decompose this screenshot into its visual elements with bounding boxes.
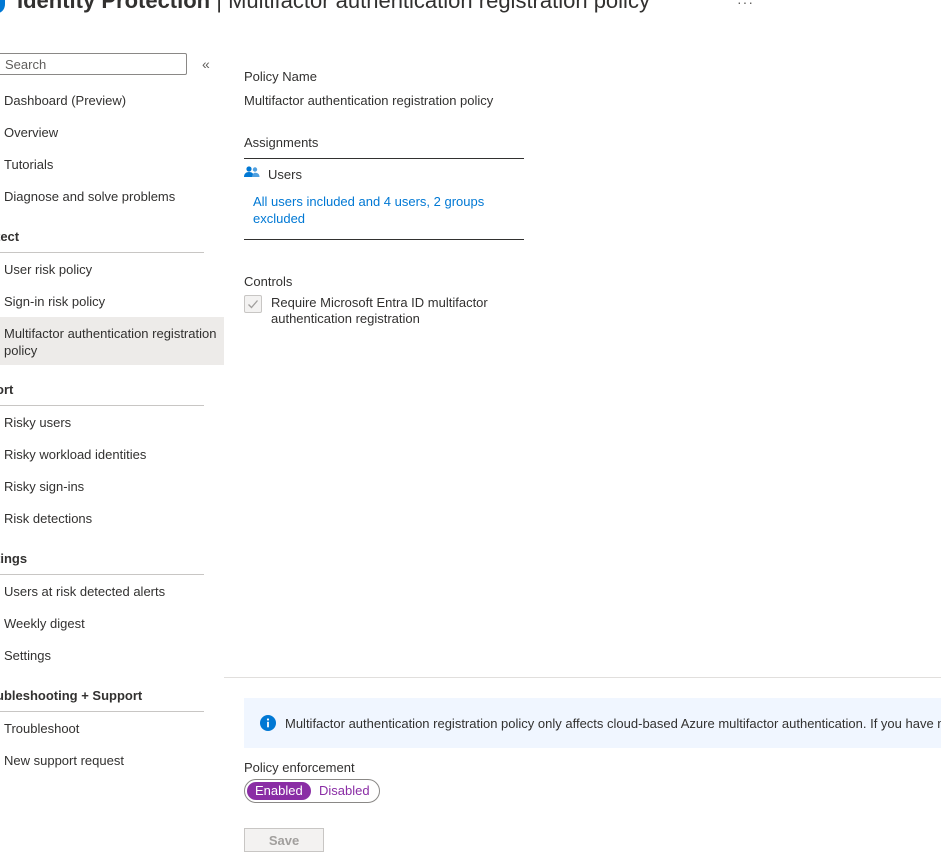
info-icon bbox=[260, 715, 276, 731]
section-divider bbox=[0, 405, 204, 406]
section-divider bbox=[0, 252, 204, 253]
policy-name-label: Policy Name bbox=[244, 69, 317, 84]
assignments-bottom-divider bbox=[244, 239, 524, 240]
page-header: Identity Protection | Multifactor authen… bbox=[0, 0, 941, 30]
sidebar-item-risky-users[interactable]: Risky users bbox=[0, 407, 224, 439]
sidebar-item-risky-workload-identities[interactable]: Risky workload identities bbox=[0, 439, 224, 471]
sidebar-item-risky-sign-ins[interactable]: Risky sign-ins bbox=[0, 471, 224, 503]
control-label: Require Microsoft Entra ID multifactor a… bbox=[271, 295, 488, 326]
page-title: Identity Protection | Multifactor authen… bbox=[17, 0, 650, 14]
sidebar-item-weekly-digest[interactable]: Weekly digest bbox=[0, 608, 224, 640]
collapse-sidebar-icon[interactable]: « bbox=[202, 56, 210, 72]
sidebar-item-risk-detections[interactable]: Risk detections bbox=[0, 503, 224, 535]
users-label: Users bbox=[268, 167, 302, 182]
page-title-rest: | Multifactor authentication registratio… bbox=[210, 0, 650, 13]
section-report: ort bbox=[0, 382, 14, 397]
shield-icon bbox=[0, 0, 5, 13]
sidebar-item-tutorials[interactable]: Tutorials bbox=[0, 149, 224, 181]
assignments-divider bbox=[244, 158, 524, 159]
enabled-option[interactable]: Enabled bbox=[247, 782, 311, 800]
control-checkbox bbox=[244, 295, 262, 313]
sidebar-item-sign-in-risk-policy[interactable]: Sign-in risk policy bbox=[0, 286, 224, 318]
policy-enforcement-toggle[interactable]: Enabled Disabled bbox=[244, 779, 380, 803]
save-button[interactable]: Save bbox=[244, 828, 324, 852]
sidebar-item-new-support-request[interactable]: New support request bbox=[0, 745, 224, 777]
users-group-icon bbox=[244, 166, 260, 177]
sidebar-item-troubleshoot[interactable]: Troubleshoot bbox=[0, 713, 224, 745]
section-settings: tings bbox=[0, 551, 28, 566]
assignments-label: Assignments bbox=[244, 135, 319, 150]
search-box[interactable] bbox=[0, 53, 187, 75]
search-input[interactable] bbox=[0, 54, 185, 74]
footer-divider bbox=[224, 677, 941, 678]
sidebar-item-diagnose[interactable]: Diagnose and solve problems bbox=[0, 181, 224, 213]
sidebar-item-users-at-risk-alerts[interactable]: Users at risk detected alerts bbox=[0, 576, 224, 608]
sidebar-item-mfa-registration-policy[interactable]: Multifactor authentication registration … bbox=[0, 317, 224, 365]
checkmark-icon bbox=[248, 300, 258, 309]
info-banner: Multifactor authentication registration … bbox=[244, 698, 941, 748]
sidebar-item-overview[interactable]: Overview bbox=[0, 117, 224, 149]
policy-enforcement-label: Policy enforcement bbox=[244, 760, 355, 775]
section-divider bbox=[0, 574, 204, 575]
sidebar-item-settings[interactable]: Settings bbox=[0, 640, 224, 672]
section-troubleshooting: ubleshooting + Support bbox=[0, 688, 143, 703]
more-actions-icon[interactable]: ··· bbox=[737, 0, 754, 10]
sidebar-item-user-risk-policy[interactable]: User risk policy bbox=[0, 254, 224, 286]
section-protect: tect bbox=[0, 229, 20, 244]
policy-name-value: Multifactor authentication registration … bbox=[244, 93, 494, 108]
info-text: Multifactor authentication registration … bbox=[285, 716, 941, 731]
page-title-bold: Identity Protection bbox=[17, 0, 211, 13]
users-assignment-link[interactable]: All users included and 4 users, 2 groups… bbox=[253, 193, 503, 227]
sidebar-item-dashboard[interactable]: Dashboard (Preview) bbox=[0, 85, 224, 117]
section-divider bbox=[0, 711, 204, 712]
controls-label: Controls bbox=[244, 274, 293, 289]
disabled-option[interactable]: Disabled bbox=[311, 782, 378, 800]
